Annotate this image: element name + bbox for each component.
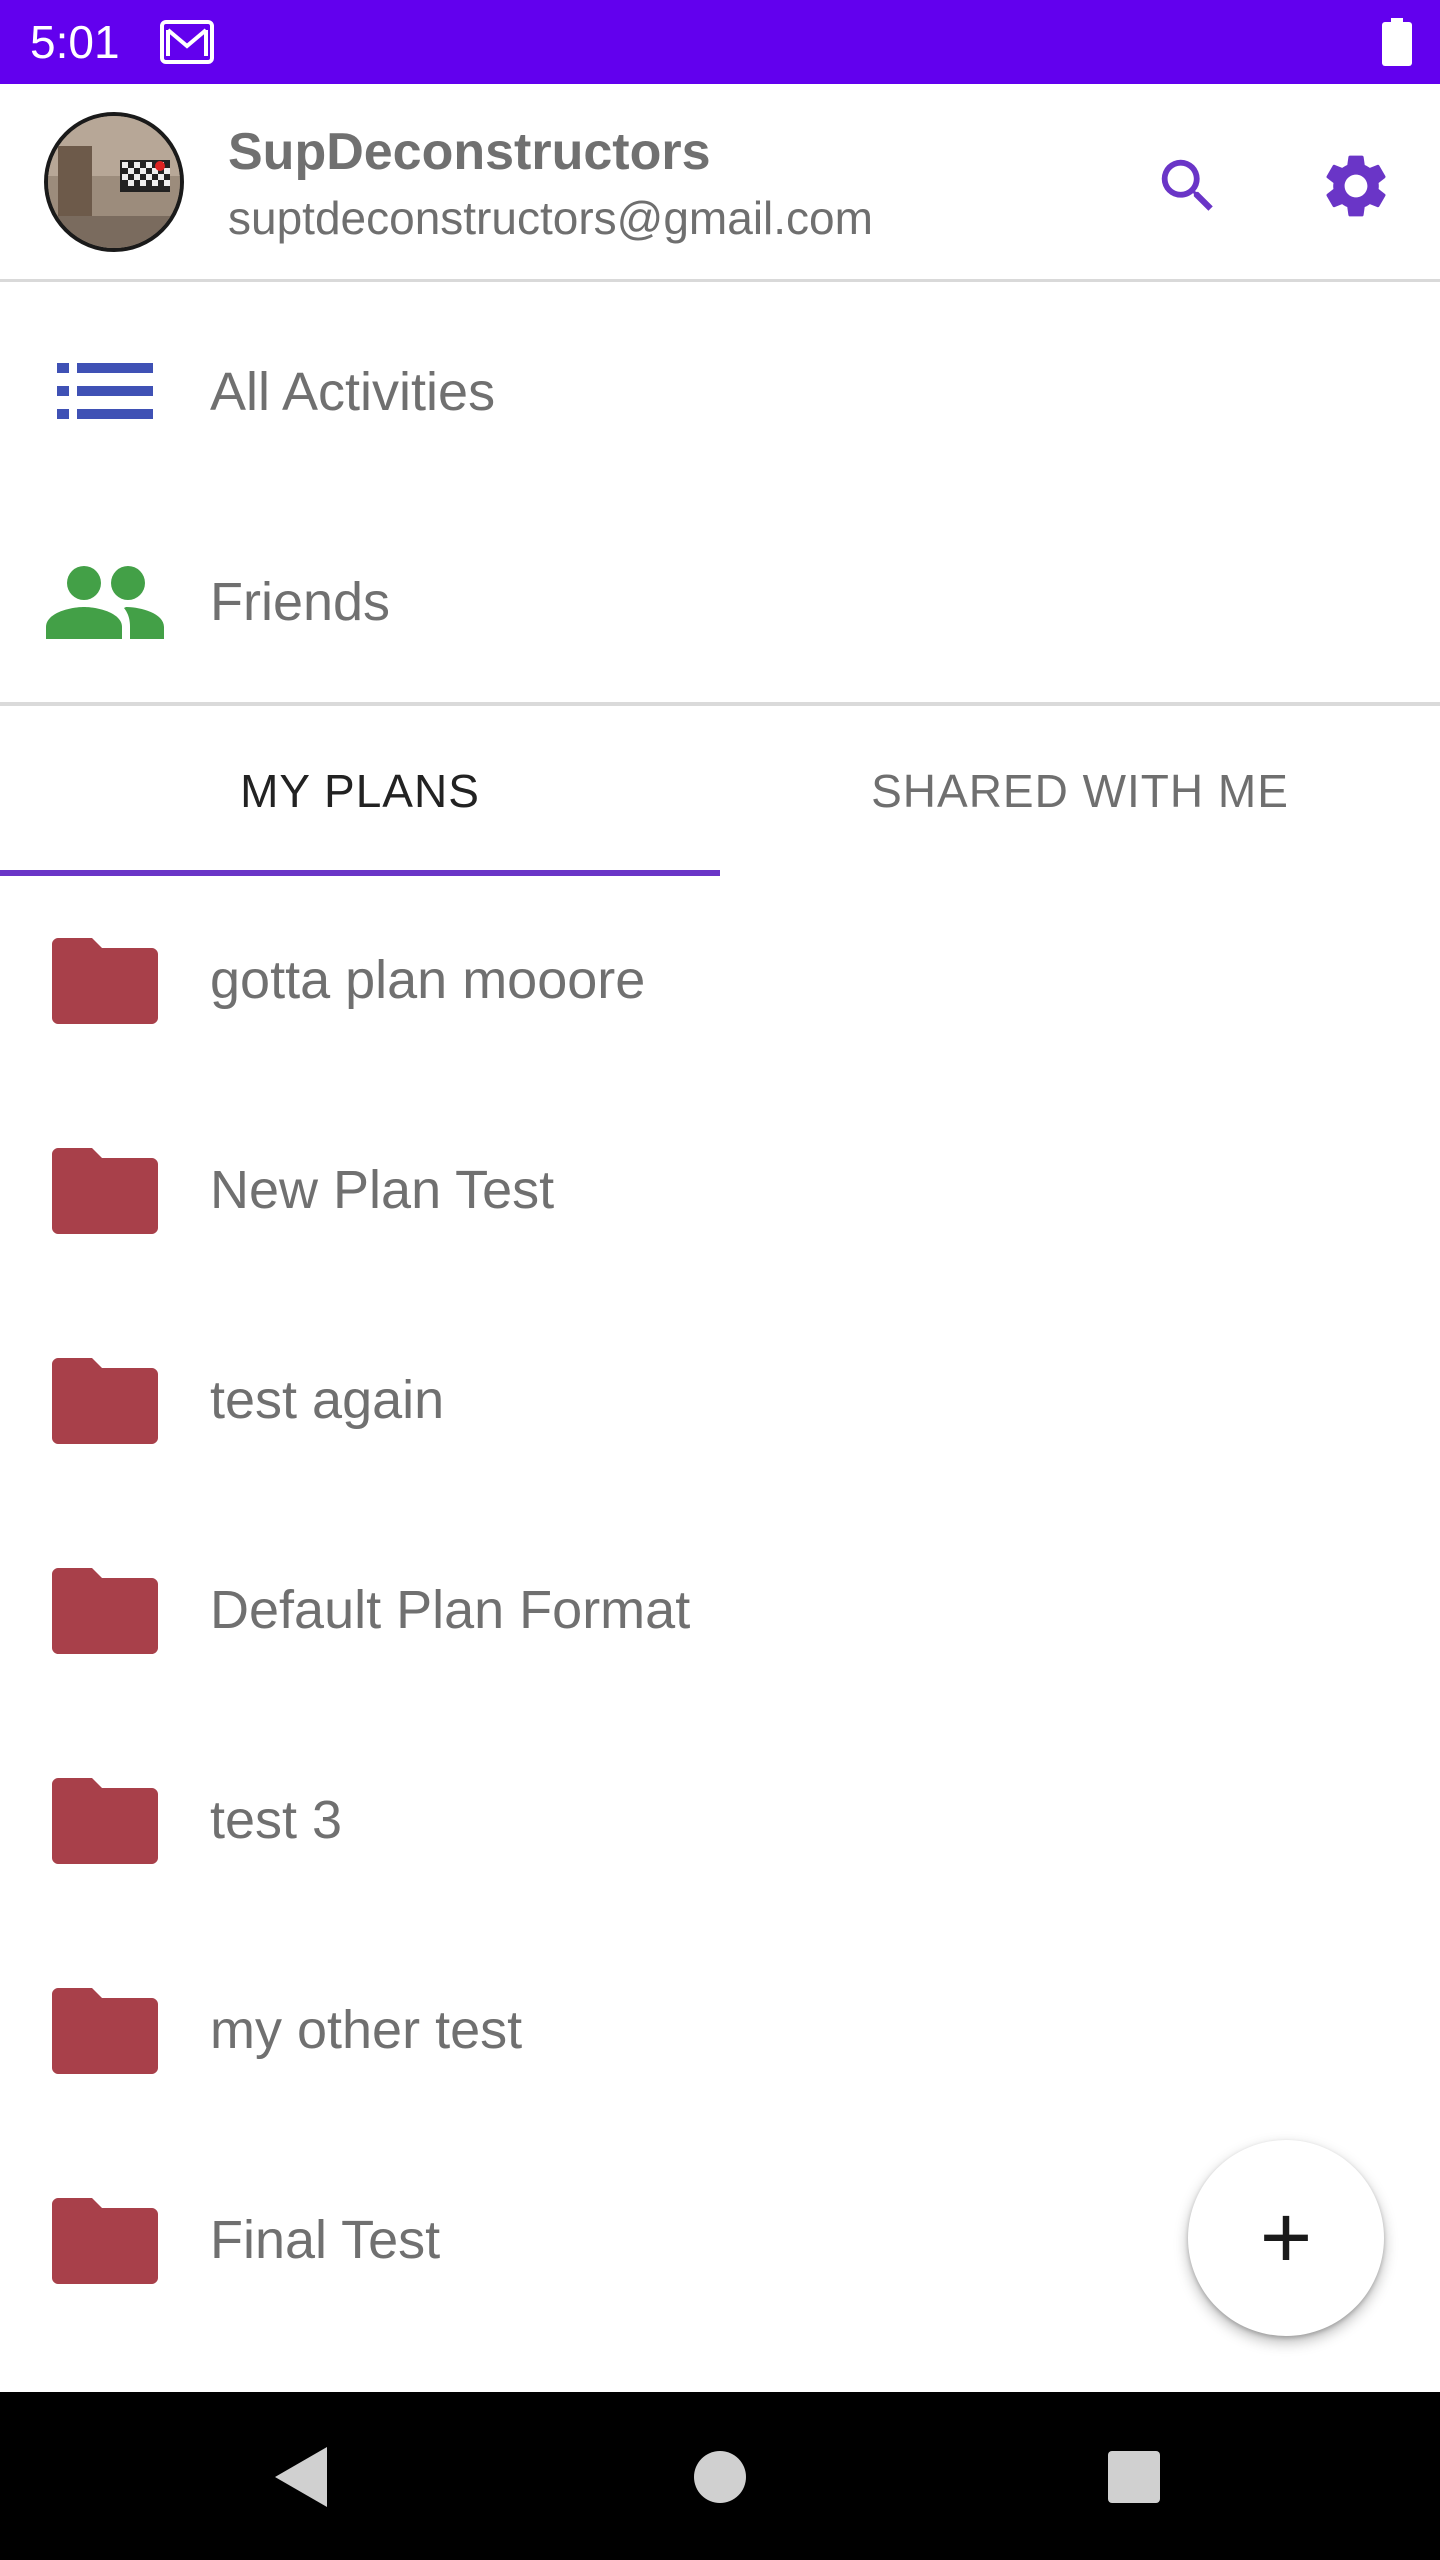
user-name: SupDeconstructors [228,123,711,181]
gmail-notification-icon [160,20,214,64]
plan-name: New Plan Test [210,1160,555,1220]
user-email: suptdeconstructors@gmail.com [228,192,873,244]
list-item[interactable]: gotta plan mooore [0,880,1440,1090]
list-item[interactable]: Default Plan Format [0,1510,1440,1720]
plan-name: Final Test [210,2210,441,2270]
people-icon [46,566,164,639]
avatar[interactable] [44,112,184,252]
folder-icon [52,1988,158,2074]
folder-icon [52,2198,158,2284]
system-nav-bar [0,2392,1440,2560]
plan-name: test 3 [210,1790,343,1850]
plan-name: test again [210,1370,445,1430]
nav-item-friends[interactable]: Friends [0,500,1440,700]
nav-item-label: All Activities [210,362,496,422]
folder-icon [52,1148,158,1234]
plus-icon: + [1259,2188,1313,2288]
plan-name: my other test [210,2000,523,2060]
list-icon [57,363,153,419]
status-bar: 5:01 [0,0,1440,84]
status-time: 5:01 [30,16,120,68]
plan-name: Default Plan Format [210,1580,691,1640]
drawer-header: SupDeconstructors suptdeconstructors@gma… [0,84,1440,282]
avatar-photo [48,116,180,248]
tab-my-plans[interactable]: MY PLANS [0,706,720,876]
list-item[interactable]: my other test [0,1930,1440,2140]
search-button[interactable] [1148,146,1228,226]
recents-square-icon [1108,2451,1160,2503]
plan-name: gotta plan mooore [210,950,646,1010]
folder-icon [52,1778,158,1864]
list-item[interactable]: test 3 [0,1720,1440,1930]
list-item[interactable]: New Plan Test [0,1090,1440,1300]
battery-icon [1382,18,1412,66]
search-icon [1161,159,1213,211]
folder-icon [52,1358,158,1444]
tab-shared-with-me[interactable]: SHARED WITH ME [720,706,1440,876]
tab-bar: MY PLANS SHARED WITH ME [0,706,1440,876]
home-circle-icon [694,2451,746,2503]
back-button[interactable] [256,2432,346,2522]
folder-icon [52,938,158,1024]
nav-item-all-activities[interactable]: All Activities [0,290,1440,490]
home-button[interactable] [675,2432,765,2522]
list-item[interactable]: test again [0,1300,1440,1510]
back-triangle-icon [275,2447,327,2507]
gear-icon [1326,155,1386,217]
add-plan-button[interactable]: + [1188,2140,1384,2336]
nav-item-label: Friends [210,572,391,632]
recents-button[interactable] [1089,2432,1179,2522]
folder-icon [52,1568,158,1654]
settings-button[interactable] [1314,144,1398,228]
tab-indicator [0,870,720,876]
